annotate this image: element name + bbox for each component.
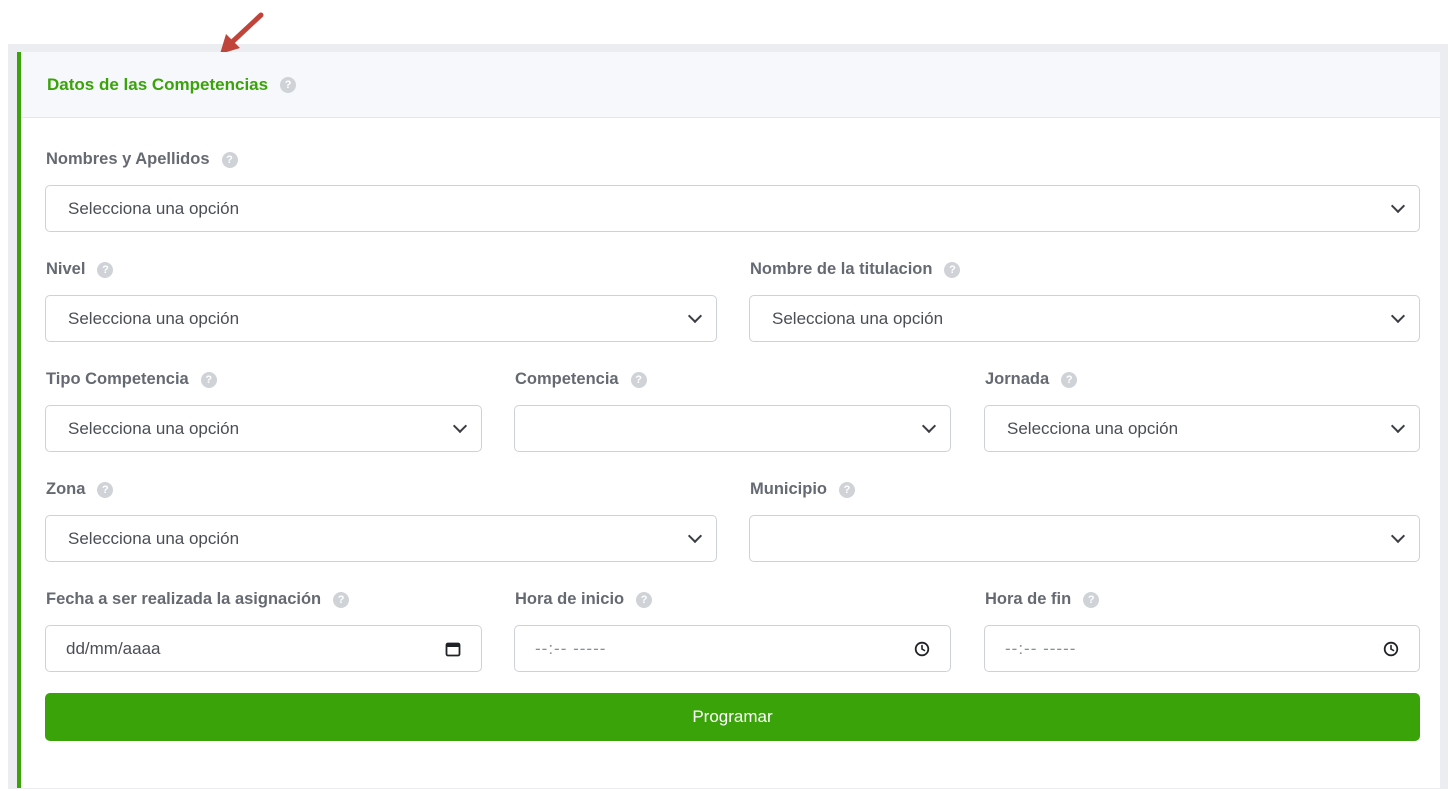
help-icon[interactable]: ? xyxy=(221,151,238,168)
calendar-icon[interactable] xyxy=(445,641,461,657)
chevron-down-icon xyxy=(1390,198,1406,214)
select-tipo-competencia[interactable]: Selecciona una opción xyxy=(45,405,482,452)
select-titulacion[interactable]: Selecciona una opción xyxy=(749,295,1420,342)
help-icon[interactable]: ? xyxy=(636,591,653,608)
chevron-down-icon xyxy=(687,528,703,544)
help-icon[interactable]: ? xyxy=(1083,591,1100,608)
label-hora-fin: Hora de fin ? xyxy=(985,590,1100,609)
label-jornada: Jornada ? xyxy=(985,370,1078,389)
help-icon[interactable]: ? xyxy=(97,481,114,498)
label-nombres: Nombres y Apellidos ? xyxy=(46,150,238,169)
help-icon[interactable]: ? xyxy=(280,76,297,93)
clock-icon[interactable] xyxy=(914,641,930,657)
clock-icon[interactable] xyxy=(1383,641,1399,657)
label-hora-inicio: Hora de inicio ? xyxy=(515,590,653,609)
chevron-down-icon xyxy=(921,418,937,434)
help-icon[interactable]: ? xyxy=(944,261,961,278)
date-input-fecha[interactable]: dd/mm/aaaa xyxy=(45,625,482,672)
select-nivel[interactable]: Selecciona una opción xyxy=(45,295,717,342)
chevron-down-icon xyxy=(452,418,468,434)
chevron-down-icon xyxy=(1390,418,1406,434)
chevron-down-icon xyxy=(1390,528,1406,544)
label-competencia: Competencia ? xyxy=(515,370,647,389)
programar-button[interactable]: Programar xyxy=(45,693,1420,741)
time-input-hora-fin[interactable]: --:-- ----- xyxy=(984,625,1420,672)
label-nivel: Nivel ? xyxy=(46,260,114,279)
select-municipio[interactable] xyxy=(749,515,1420,562)
chevron-down-icon xyxy=(1390,308,1406,324)
time-input-hora-inicio[interactable]: --:-- ----- xyxy=(514,625,951,672)
help-icon[interactable]: ? xyxy=(333,591,350,608)
label-titulacion: Nombre de la titulacion ? xyxy=(750,260,961,279)
card-title: Datos de las Competencias xyxy=(47,74,269,94)
help-icon[interactable]: ? xyxy=(200,371,217,388)
help-icon[interactable]: ? xyxy=(630,371,647,388)
help-icon[interactable]: ? xyxy=(1061,371,1078,388)
label-municipio: Municipio ? xyxy=(750,480,855,499)
label-zona: Zona ? xyxy=(46,480,114,499)
help-icon[interactable]: ? xyxy=(839,481,855,498)
select-nombres[interactable]: Selecciona una opción xyxy=(45,185,1420,232)
label-tipo-competencia: Tipo Competencia ? xyxy=(46,370,217,389)
label-fecha: Fecha a ser realizada la asignación ? xyxy=(46,590,350,609)
select-jornada[interactable]: Selecciona una opción xyxy=(984,405,1420,452)
chevron-down-icon xyxy=(687,308,703,324)
card-header: Datos de las Competencias ? xyxy=(21,52,1440,118)
select-competencia[interactable] xyxy=(514,405,951,452)
select-zona[interactable]: Selecciona una opción xyxy=(45,515,717,562)
help-icon[interactable]: ? xyxy=(97,261,114,278)
annotation-arrow-icon xyxy=(220,12,264,54)
